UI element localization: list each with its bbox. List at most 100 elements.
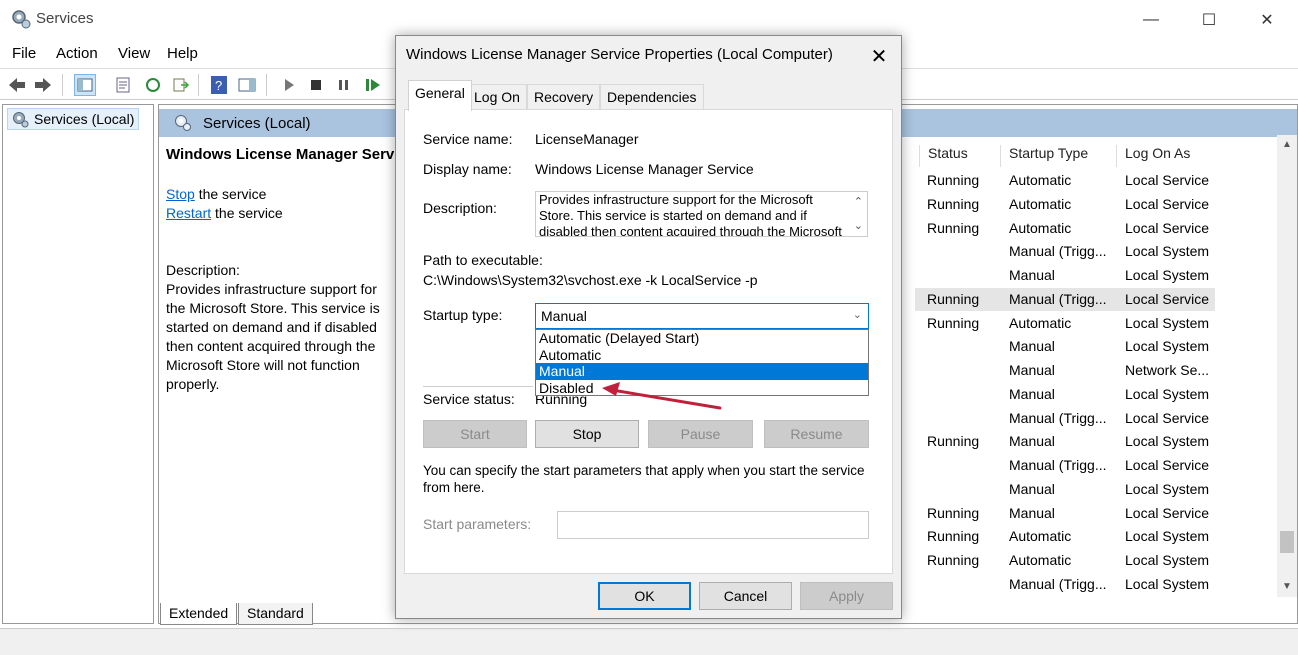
- cell-logon: Local System: [1125, 243, 1210, 260]
- cell-logon: Local System: [1125, 385, 1210, 402]
- show-hide-console-tree-icon[interactable]: [74, 74, 96, 96]
- chevron-down-icon[interactable]: ⌄: [854, 218, 863, 234]
- startup-type-dropdown[interactable]: Manual ⌄: [535, 303, 869, 329]
- option-automatic[interactable]: Automatic: [536, 347, 868, 364]
- tab-dependencies[interactable]: Dependencies: [600, 84, 704, 110]
- table-row[interactable]: Manual (Trigg... Local Service: [915, 454, 1215, 477]
- pause-button[interactable]: Pause: [648, 420, 753, 448]
- table-row[interactable]: Manual (Trigg... Local Service: [915, 407, 1215, 430]
- cell-startup: Manual: [1009, 338, 1055, 355]
- export-list-icon[interactable]: [170, 74, 192, 96]
- column-header-log-on-as[interactable]: Log On As: [1116, 145, 1220, 167]
- table-row[interactable]: Running Automatic Local System: [915, 549, 1215, 572]
- option-automatic-delayed[interactable]: Automatic (Delayed Start): [536, 330, 868, 347]
- services-gear-icon: [10, 8, 32, 30]
- table-row[interactable]: Running Manual Local Service: [915, 502, 1215, 525]
- table-row[interactable]: Running Manual Local System: [915, 430, 1215, 453]
- description-textbox[interactable]: Provides infrastructure support for the …: [535, 191, 868, 237]
- back-icon[interactable]: [6, 74, 28, 96]
- cancel-button[interactable]: Cancel: [699, 582, 792, 610]
- table-row[interactable]: Running Automatic Local System: [915, 312, 1215, 335]
- menu-action[interactable]: Action: [56, 45, 98, 62]
- action-pane-icon[interactable]: [236, 74, 258, 96]
- cell-startup: Manual: [1009, 504, 1055, 521]
- cell-logon: Local System: [1125, 267, 1210, 283]
- minimize-icon[interactable]: —: [1122, 0, 1180, 40]
- pause-service-icon[interactable]: [333, 74, 355, 96]
- stop-service-icon[interactable]: [305, 74, 327, 96]
- table-row[interactable]: Manual (Trigg... Local System: [915, 240, 1215, 263]
- table-row[interactable]: Running Manual (Trigg... Local Service: [915, 287, 1215, 311]
- scroll-up-icon[interactable]: ▲: [1282, 139, 1292, 150]
- resume-button[interactable]: Resume: [764, 420, 869, 448]
- maximize-icon[interactable]: ☐: [1180, 0, 1238, 40]
- cell-startup: Manual: [1009, 480, 1055, 497]
- table-row[interactable]: Manual (Trigg... Local System: [915, 573, 1215, 596]
- tree-item-services-local[interactable]: Services (Local): [7, 108, 140, 131]
- restart-link[interactable]: Restart: [166, 205, 211, 221]
- toolbar-separator: [62, 74, 63, 96]
- description-line: started on demand and if disabled: [166, 319, 377, 335]
- stop-button[interactable]: Stop: [535, 420, 639, 448]
- table-row[interactable]: Manual Local System: [915, 383, 1215, 406]
- table-row[interactable]: Manual Network Se...: [915, 359, 1215, 382]
- start-parameters-input[interactable]: [557, 511, 869, 539]
- start-service-icon[interactable]: [278, 74, 300, 96]
- services-gear-icon: [11, 110, 29, 131]
- close-icon[interactable]: ✕: [1238, 0, 1296, 40]
- help-icon[interactable]: ?: [208, 74, 230, 96]
- restart-service-icon[interactable]: [362, 74, 384, 96]
- cell-logon: Local Service: [1125, 172, 1210, 188]
- description-label: Description:: [166, 262, 240, 278]
- scroll-down-icon[interactable]: ▼: [1282, 581, 1292, 592]
- service-status-label: Service status:: [423, 391, 515, 407]
- tab-recovery[interactable]: Recovery: [527, 84, 601, 110]
- table-row[interactable]: Running Automatic Local Service: [915, 193, 1215, 216]
- start-button[interactable]: Start: [423, 420, 527, 448]
- table-row[interactable]: Running Automatic Local System: [915, 525, 1215, 548]
- apply-button[interactable]: Apply: [800, 582, 893, 610]
- chevron-up-icon[interactable]: ⌃: [854, 194, 863, 210]
- cell-startup: Manual: [1009, 267, 1055, 283]
- tab-standard[interactable]: Standard: [238, 603, 313, 625]
- cell-startup: Manual: [1009, 433, 1055, 450]
- table-row[interactable]: Running Automatic Local Service: [915, 217, 1215, 240]
- menu-help[interactable]: Help: [167, 45, 198, 62]
- vertical-scrollbar[interactable]: ▲ ▼: [1277, 135, 1297, 597]
- tab-log-on[interactable]: Log On: [467, 84, 527, 110]
- cell-logon: Network Se...: [1125, 362, 1210, 378]
- params-note-cont: from here.: [423, 480, 485, 495]
- column-header-startup-type[interactable]: Startup Type: [1000, 145, 1116, 167]
- general-tab-panel: Service name: LicenseManager Display nam…: [404, 109, 893, 574]
- startup-type-value: Manual: [541, 308, 587, 324]
- menu-view[interactable]: View: [118, 45, 150, 62]
- ok-button[interactable]: OK: [598, 582, 691, 610]
- table-row[interactable]: Manual Local System: [915, 478, 1215, 501]
- stop-link[interactable]: Stop: [166, 186, 195, 202]
- description-line: then content acquired through the: [166, 338, 376, 354]
- refresh-icon[interactable]: [142, 74, 164, 96]
- cell-startup: Automatic: [1009, 314, 1072, 331]
- cell-logon: Local System: [1125, 575, 1210, 592]
- services-gear-icon: [173, 113, 193, 136]
- description-line: Provides infrastructure support for: [166, 281, 377, 297]
- cell-status: Running: [927, 290, 980, 307]
- column-header-status[interactable]: Status: [919, 145, 1001, 167]
- table-row[interactable]: Manual Local System: [915, 335, 1215, 358]
- tab-general[interactable]: General: [408, 80, 472, 111]
- scroll-thumb[interactable]: [1280, 531, 1294, 553]
- tab-extended[interactable]: Extended: [160, 603, 238, 625]
- properties-icon[interactable]: [112, 74, 134, 96]
- forward-icon[interactable]: [32, 74, 54, 96]
- menu-file[interactable]: File: [12, 45, 36, 62]
- table-row[interactable]: Running Automatic Local Service: [915, 169, 1215, 192]
- table-row[interactable]: Manual Local System: [915, 264, 1215, 287]
- dialog-close-icon[interactable]: ✕: [865, 42, 893, 70]
- toolbar-separator: [198, 74, 199, 96]
- service-name-label: Service name:: [423, 131, 513, 147]
- status-bar: [0, 628, 1298, 655]
- cell-status: Running: [927, 552, 980, 568]
- restart-action-line: Restart the service: [166, 204, 406, 223]
- extended-description-pane: Windows License Manager Servic Stop the …: [166, 145, 406, 394]
- cell-startup: Manual (Trigg...: [1009, 575, 1107, 592]
